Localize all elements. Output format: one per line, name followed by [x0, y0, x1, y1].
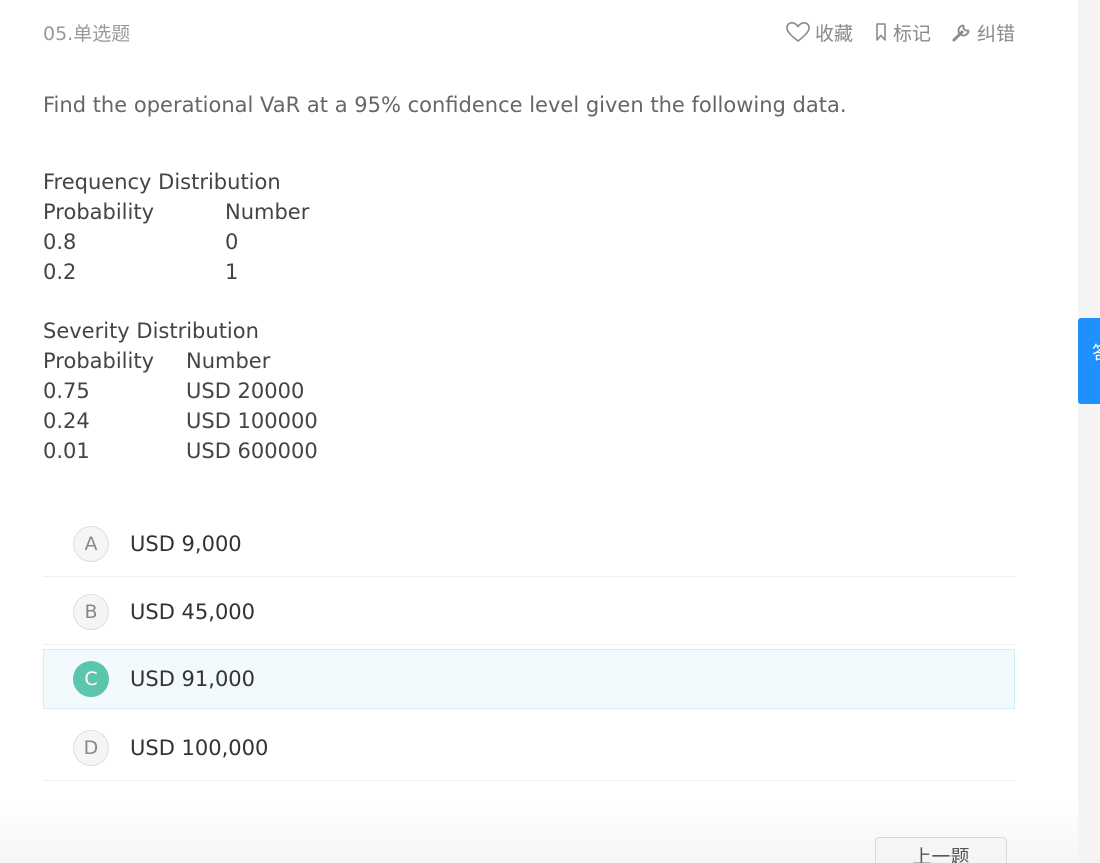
- severity-header-number: Number: [186, 349, 271, 373]
- option-text: USD 100,000: [130, 735, 269, 760]
- frequency-number: 0: [225, 230, 239, 254]
- answer-sheet-label: 答题卡: [1092, 340, 1100, 368]
- frequency-row: 0.8 0: [43, 227, 281, 257]
- frequency-number: 1: [225, 260, 239, 284]
- frequency-probability: 0.8: [43, 230, 77, 254]
- favorite-label: 收藏: [814, 22, 853, 45]
- option-letter: B: [73, 593, 109, 630]
- wrench-icon: [951, 21, 973, 43]
- report-error-label: 纠错: [976, 22, 1015, 45]
- severity-header-row: Probability Number: [43, 346, 270, 376]
- favorite-button[interactable]: 收藏: [785, 19, 853, 46]
- severity-row: 0.24 USD 100000: [43, 406, 318, 436]
- option-c[interactable]: C USD 91,000: [43, 649, 1015, 709]
- option-text: USD 45,000: [130, 599, 256, 624]
- right-scroll-rail: [1078, 0, 1100, 863]
- frequency-probability: 0.2: [43, 260, 77, 284]
- severity-distribution: Severity Distribution Probability Number…: [43, 316, 318, 466]
- frequency-distribution: Frequency Distribution Probability Numbe…: [43, 167, 309, 287]
- severity-amount: USD 600000: [186, 439, 318, 463]
- option-b[interactable]: B USD 45,000: [43, 579, 1015, 645]
- option-letter: A: [73, 525, 109, 562]
- severity-probability: 0.01: [43, 439, 90, 463]
- question-number: 05.单选题: [43, 22, 131, 45]
- frequency-header-number: Number: [225, 200, 310, 224]
- option-d[interactable]: D USD 100,000: [43, 715, 1015, 781]
- answer-options: A USD 9,000 B USD 45,000 C USD 91,000 D …: [43, 511, 1015, 783]
- severity-amount: USD 100000: [186, 409, 318, 433]
- option-a[interactable]: A USD 9,000: [43, 511, 1015, 577]
- severity-amount: USD 20000: [186, 379, 305, 403]
- severity-header-probability: Probability: [43, 349, 155, 373]
- severity-title: Severity Distribution: [43, 319, 259, 343]
- option-text: USD 9,000: [130, 531, 242, 556]
- mark-label: 标记: [892, 22, 931, 45]
- frequency-header-row: Probability Number: [43, 197, 309, 227]
- answer-sheet-tab[interactable]: 答题卡: [1078, 318, 1100, 404]
- severity-row: 0.75 USD 20000: [43, 376, 304, 406]
- severity-probability: 0.24: [43, 409, 90, 433]
- question-toolbar: 收藏 标记 纠错: [785, 19, 1015, 46]
- mark-button[interactable]: 标记: [873, 19, 931, 46]
- report-error-button[interactable]: 纠错: [951, 19, 1015, 46]
- heart-icon: [785, 21, 811, 43]
- previous-question-button[interactable]: 上一题: [875, 837, 1007, 863]
- question-header: 05.单选题 收藏 标记 纠错: [43, 14, 1015, 50]
- frequency-header-probability: Probability: [43, 200, 155, 224]
- question-text: Find the operational VaR at a 95% confid…: [43, 93, 847, 117]
- severity-probability: 0.75: [43, 379, 90, 403]
- severity-row: 0.01 USD 600000: [43, 436, 318, 466]
- frequency-row: 0.2 1: [43, 257, 281, 287]
- frequency-title: Frequency Distribution: [43, 170, 281, 194]
- option-letter: C: [73, 661, 109, 697]
- option-text: USD 91,000: [130, 667, 256, 691]
- bookmark-icon: [873, 22, 889, 42]
- option-letter: D: [73, 729, 109, 766]
- page: 05.单选题 收藏 标记 纠错 Find the operational VaR…: [0, 0, 1100, 863]
